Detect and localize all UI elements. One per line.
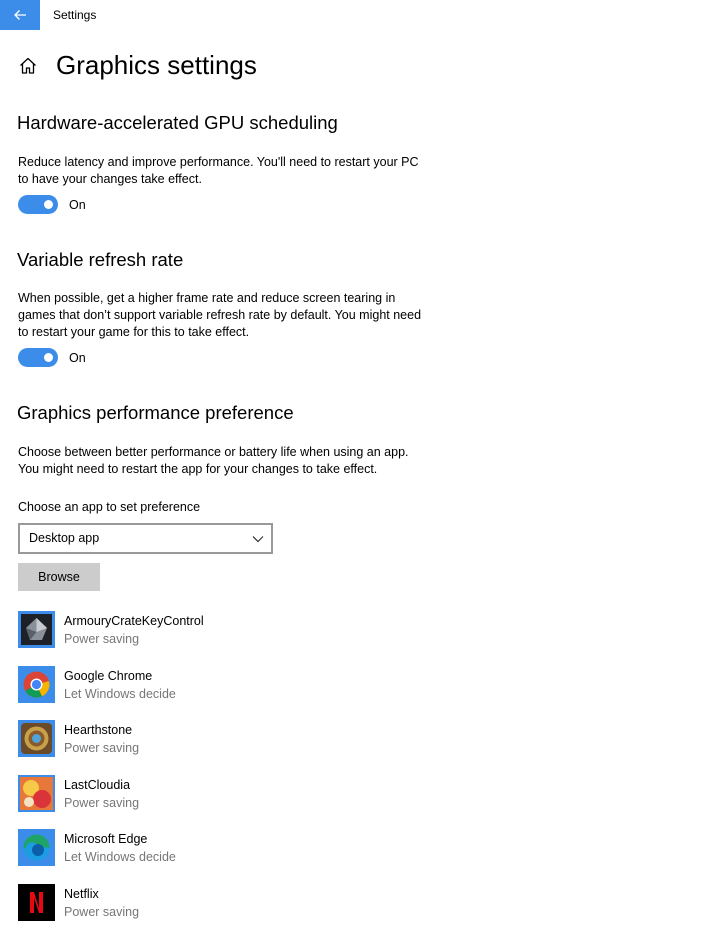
gpu-scheduling-heading: Hardware-accelerated GPU scheduling	[17, 112, 338, 133]
app-preference: Let Windows decide	[64, 686, 176, 701]
vrr-description: When possible, get a higher frame rate a…	[18, 291, 422, 339]
window-title: Settings	[53, 8, 97, 22]
title-bar: Settings	[0, 0, 720, 30]
back-arrow-icon	[14, 10, 26, 20]
lastcloudia-icon	[18, 774, 55, 812]
app-name: Microsoft Edge	[64, 832, 148, 847]
list-item[interactable]: Google Chrome Let Windows decide	[18, 665, 518, 721]
app-name: Hearthstone	[64, 723, 133, 738]
toggle-knob	[44, 353, 53, 362]
app-preference: Power saving	[64, 741, 140, 756]
toggle-knob	[44, 200, 53, 209]
gpu-scheduling-toggle-label: On	[69, 198, 86, 212]
chevron-down-icon	[252, 536, 264, 543]
list-item[interactable]: ArmouryCrateKeyControl Power saving	[18, 611, 518, 666]
app-preference: Power saving	[64, 904, 140, 919]
app-list: ArmouryCrateKeyControl Power saving Goog…	[18, 611, 518, 939]
edge-icon	[18, 829, 55, 867]
app-name: ArmouryCrateKeyControl	[64, 614, 204, 628]
app-type-dropdown[interactable]: Desktop app	[18, 523, 273, 554]
gpu-scheduling-toggle[interactable]	[18, 195, 58, 214]
app-name: LastCloudia	[64, 777, 131, 792]
vrr-heading: Variable refresh rate	[17, 249, 184, 270]
home-icon[interactable]	[18, 56, 38, 76]
dropdown-value: Desktop app	[29, 531, 100, 545]
app-preference: Power saving	[64, 795, 140, 810]
performance-heading: Graphics performance preference	[17, 402, 294, 423]
back-button[interactable]	[0, 0, 40, 30]
list-item[interactable]: LastCloudia Power saving	[18, 774, 518, 830]
choose-app-label: Choose an app to set preference	[18, 500, 201, 514]
hearthstone-icon	[18, 720, 55, 758]
list-item[interactable]: Microsoft Edge Let Windows decide	[18, 829, 518, 884]
app-preference: Let Windows decide	[64, 850, 176, 865]
performance-description: Choose between better performance or bat…	[18, 445, 409, 476]
netflix-icon	[18, 883, 55, 921]
app-preference: Power saving	[64, 632, 140, 646]
app-name: Google Chrome	[64, 668, 153, 683]
page-title: Graphics settings	[56, 50, 257, 80]
app-name: Netflix	[64, 886, 99, 901]
armoury-crate-icon	[18, 611, 55, 648]
browse-button[interactable]: Browse	[18, 563, 100, 591]
vrr-toggle-label: On	[69, 351, 86, 365]
chrome-icon	[18, 665, 55, 703]
gpu-scheduling-description: Reduce latency and improve performance. …	[18, 155, 419, 186]
list-item[interactable]: Netflix Power saving	[18, 883, 518, 939]
list-item[interactable]: Hearthstone Power saving	[18, 720, 518, 775]
vrr-toggle[interactable]	[18, 348, 58, 367]
